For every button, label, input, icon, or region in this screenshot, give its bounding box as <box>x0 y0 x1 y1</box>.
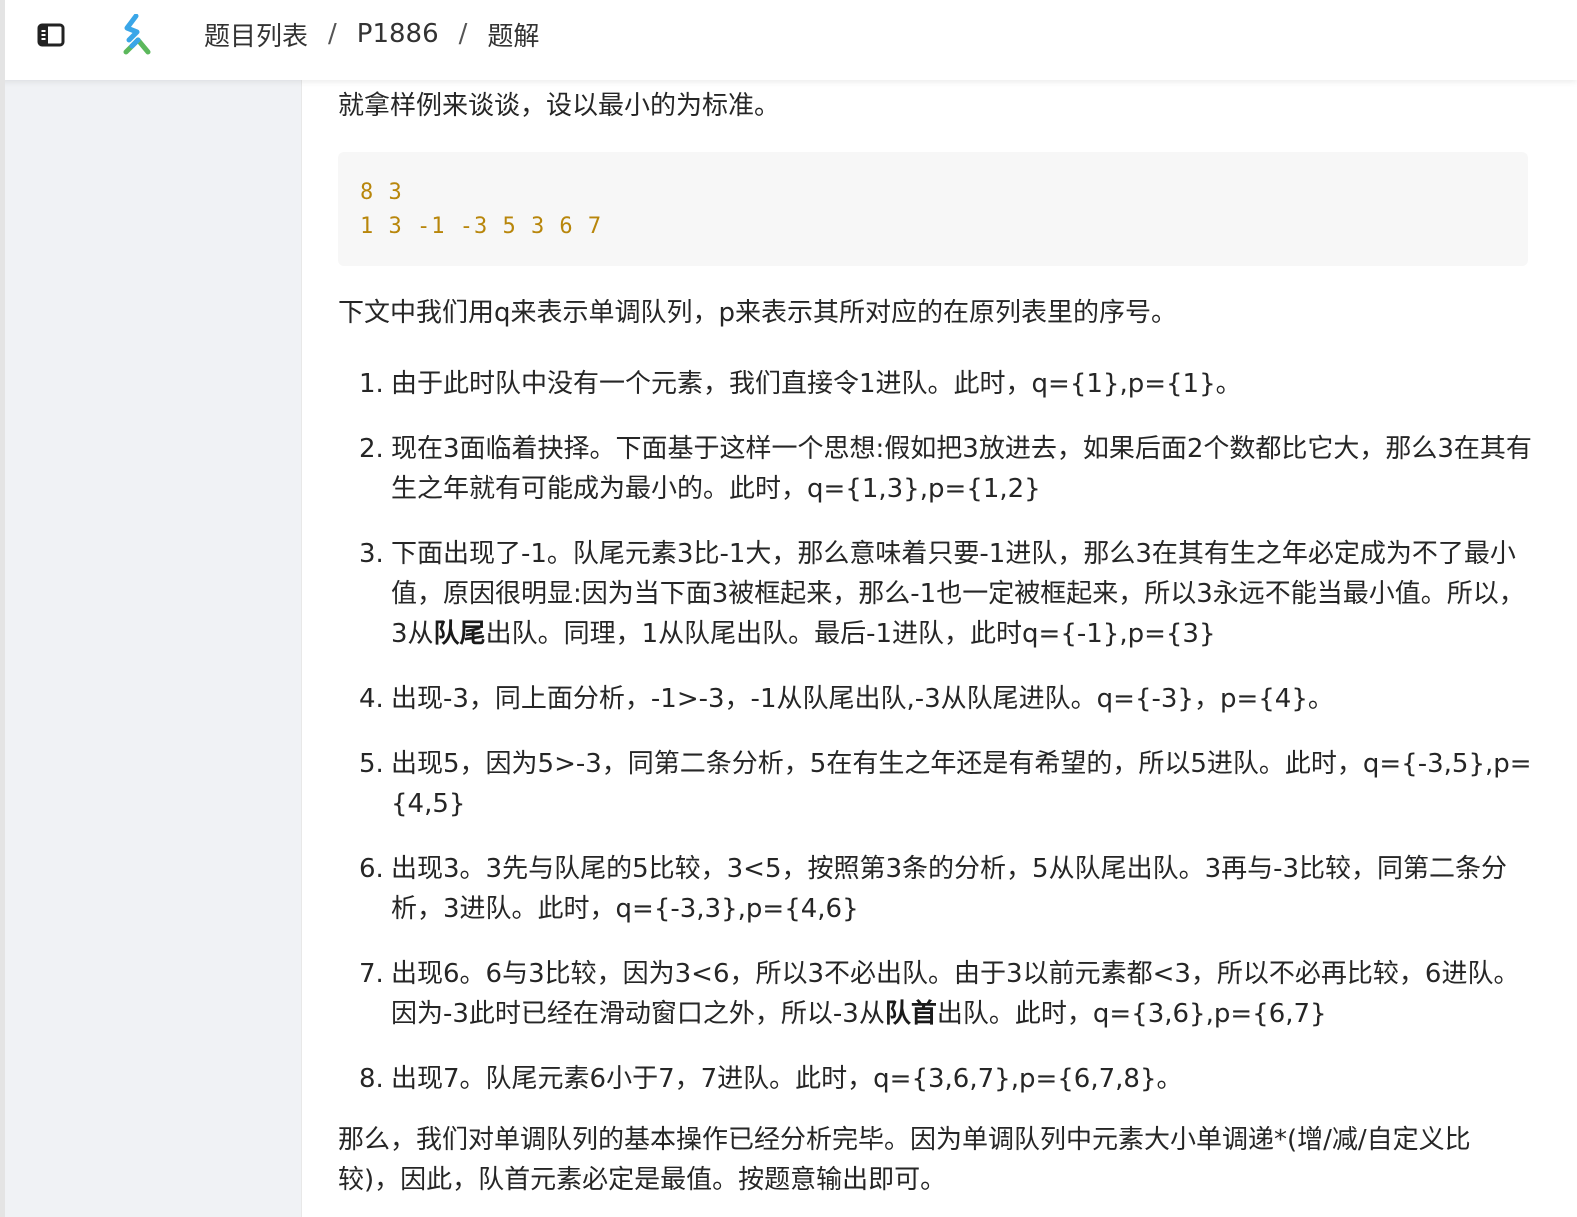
list-item: 4. 出现-3，同上面分析，-1>-3，-1从队尾出队,-3从队尾进队。q={-… <box>302 679 1532 719</box>
list-item: 1. 由于此时队中没有一个元素，我们直接令1进队。此时，q={1},p={1}。 <box>302 364 1532 404</box>
sidebar-area <box>5 80 301 1217</box>
code-line: 8 3 <box>360 180 403 205</box>
list-item-text: 出现-3，同上面分析，-1>-3，-1从队尾出队,-3从队尾进队。q={-3}，… <box>391 684 1334 714</box>
list-item-number: 1. <box>359 369 384 399</box>
top-bar: 题目列表 / P1886 / 题解 <box>0 0 1577 80</box>
list-item-number: 8. <box>359 1064 384 1094</box>
app-logo-icon[interactable] <box>118 13 154 56</box>
list-item-number: 4. <box>359 684 384 714</box>
list-item: 2. 现在3面临着抉择。下面基于这样一个思想:假如把3放进去，如果后面2个数都比… <box>302 429 1532 509</box>
breadcrumb: 题目列表 / P1886 / 题解 <box>204 0 539 68</box>
list-item-number: 6. <box>359 854 384 884</box>
conclusion-paragraph: 那么，我们对单调队列的基本操作已经分析完毕。因为单调队列中元素大小单调递*(增/… <box>338 1125 1471 1195</box>
list-item-number: 7. <box>359 959 384 989</box>
code-block: 8 3 1 3 -1 -3 5 3 6 7 <box>338 152 1528 266</box>
bold-term: 队首 <box>884 999 937 1029</box>
explain-paragraph: 下文中我们用q来表示单调队列，p来表示其所对应的在原列表里的序号。 <box>338 298 1178 328</box>
list-item-text: 出队。此时，q={3,6},p={6,7} <box>936 999 1327 1029</box>
list-item: 3. 下面出现了-1。队尾元素3比-1大，那么意味着只要-1进队，那么3在其有生… <box>302 534 1532 654</box>
list-item-number: 3. <box>359 539 384 569</box>
list-item-text: 由于此时队中没有一个元素，我们直接令1进队。此时，q={1},p={1}。 <box>391 369 1242 399</box>
scrollbar-track[interactable] <box>1557 80 1577 1217</box>
window-left-edge <box>0 0 5 1217</box>
breadcrumb-problem-list[interactable]: 题目列表 <box>204 16 308 53</box>
list-item-text: 出现7。队尾元素6小于7，7进队。此时，q={3,6,7},p={6,7,8}。 <box>391 1064 1183 1094</box>
list-item: 5. 出现5，因为5>-3，同第二条分析，5在有生之年还是有希望的，所以5进队。… <box>302 744 1532 824</box>
breadcrumb-separator: / <box>328 19 337 49</box>
list-item-text: 出现3。3先与队尾的5比较，3<5，按照第3条的分析，5从队尾出队。3再与-3比… <box>391 854 1508 924</box>
sidebar-toggle-icon[interactable] <box>36 20 66 50</box>
intro-paragraph: 就拿样例来谈谈，设以最小的为标准。 <box>338 91 781 121</box>
bold-term: 队尾 <box>433 619 486 649</box>
list-item: 8. 出现7。队尾元素6小于7，7进队。此时，q={3,6,7},p={6,7,… <box>302 1059 1532 1099</box>
code-line: 1 3 -1 -3 5 3 6 7 <box>360 214 603 239</box>
article-content: 就拿样例来谈谈，设以最小的为标准。 8 3 1 3 -1 -3 5 3 6 7 … <box>301 80 1558 1217</box>
list-item-text: 出现5，因为5>-3，同第二条分析，5在有生之年还是有希望的，所以5进队。此时，… <box>391 749 1532 819</box>
list-item: 7. 出现6。6与3比较，因为3<6，所以3不必出队。由于3以前元素都<3，所以… <box>302 954 1532 1034</box>
list-item-number: 2. <box>359 434 384 464</box>
list-item: 6. 出现3。3先与队尾的5比较，3<5，按照第3条的分析，5从队尾出队。3再与… <box>302 849 1532 929</box>
breadcrumb-separator: / <box>458 19 468 49</box>
breadcrumb-problem-id[interactable]: P1886 <box>357 19 439 49</box>
list-item-number: 5. <box>359 749 384 779</box>
steps-list: 1. 由于此时队中没有一个元素，我们直接令1进队。此时，q={1},p={1}。… <box>302 364 1532 1124</box>
list-item-text: 现在3面临着抉择。下面基于这样一个思想:假如把3放进去，如果后面2个数都比它大，… <box>391 434 1532 504</box>
list-item-text: 出队。同理，1从队尾出队。最后-1进队，此时q={-1},p={3} <box>485 619 1216 649</box>
breadcrumb-solution[interactable]: 题解 <box>487 16 539 53</box>
